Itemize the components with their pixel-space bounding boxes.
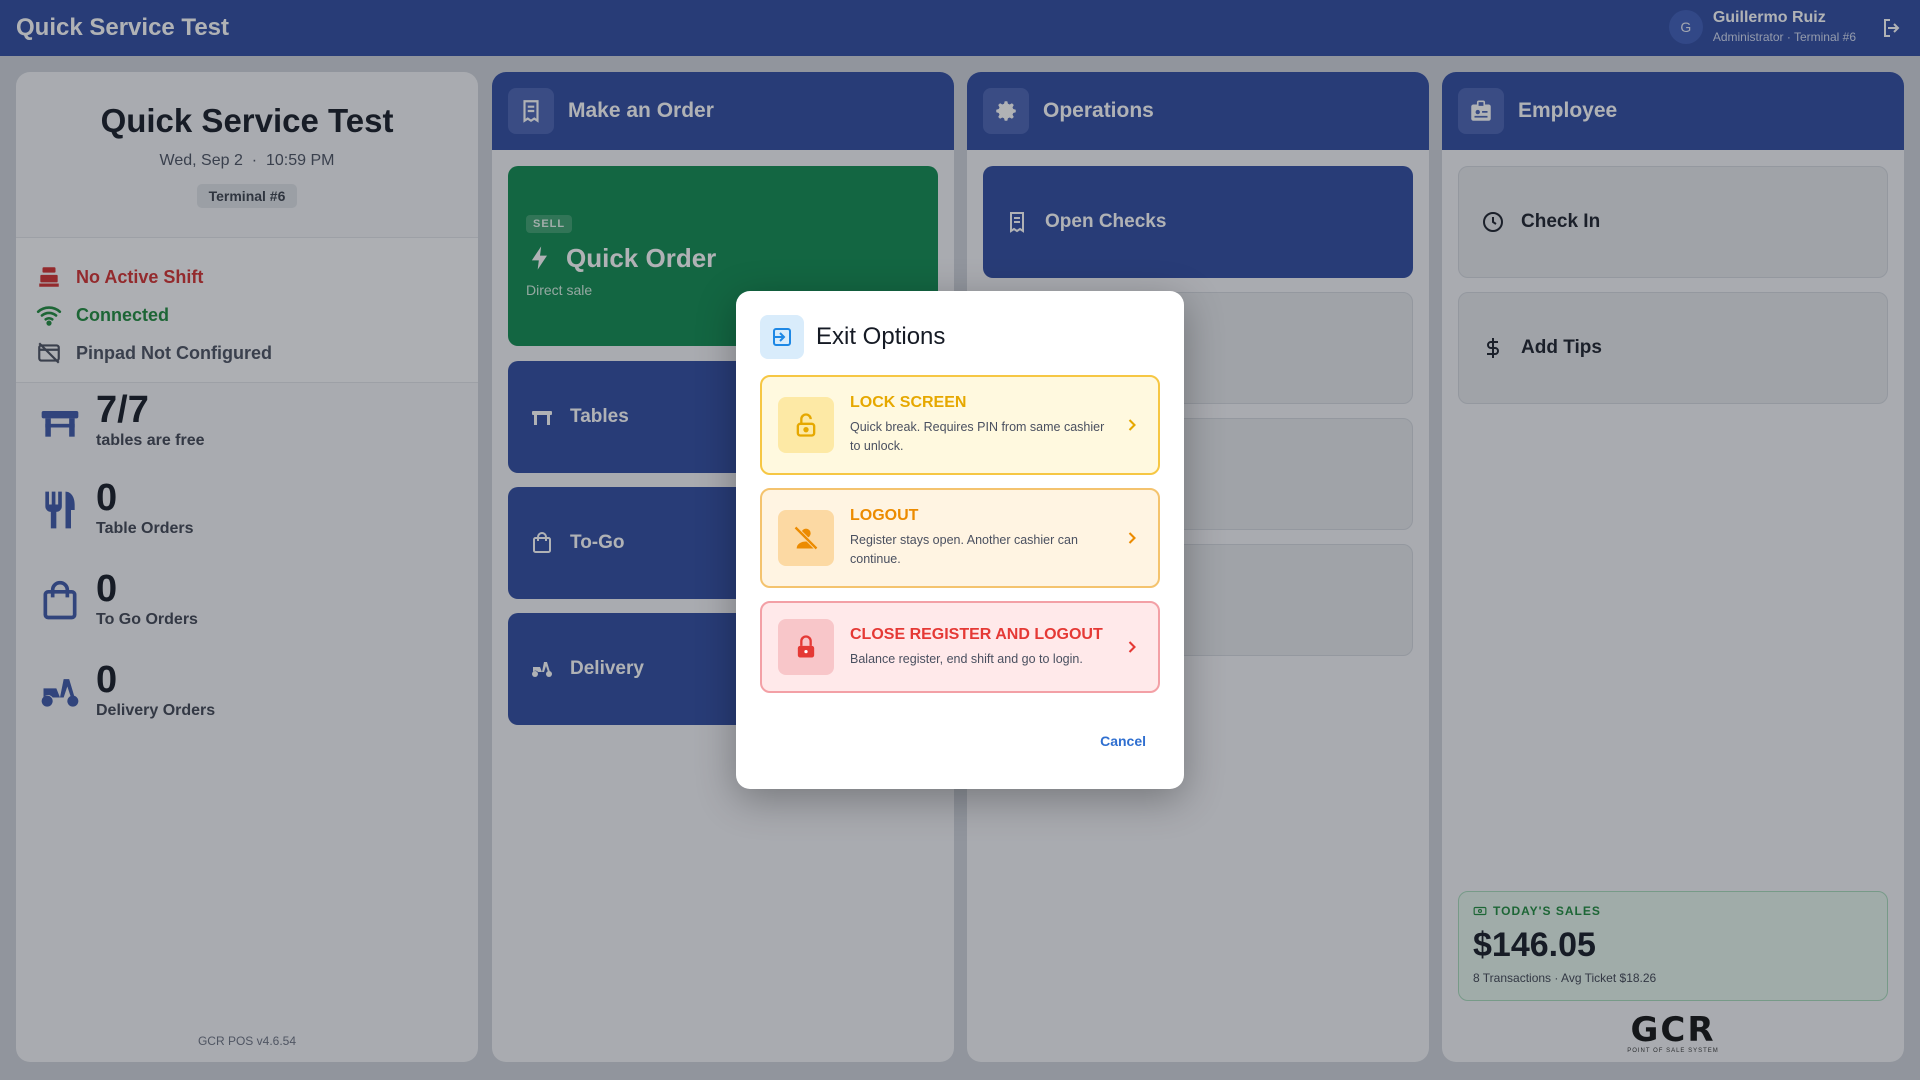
chevron-right-icon bbox=[1128, 419, 1136, 431]
option-description: Register stays open. Another cashier can… bbox=[850, 533, 1078, 566]
cancel-button[interactable]: Cancel bbox=[1100, 733, 1146, 749]
lock-icon bbox=[778, 619, 834, 675]
exit-icon bbox=[760, 315, 804, 359]
exit-options-dialog: Exit Options LOCK SCREEN Quick break. Re… bbox=[736, 291, 1184, 789]
lock-screen-option[interactable]: LOCK SCREEN Quick break. Requires PIN fr… bbox=[760, 375, 1160, 475]
chevron-right-icon bbox=[1128, 641, 1136, 653]
option-description: Balance register, end shift and go to lo… bbox=[850, 651, 1083, 666]
option-description: Quick break. Requires PIN from same cash… bbox=[850, 420, 1105, 453]
chevron-right-icon bbox=[1128, 532, 1136, 544]
option-title: LOGOUT bbox=[850, 507, 919, 524]
logout-option[interactable]: LOGOUT Register stays open. Another cash… bbox=[760, 488, 1160, 588]
option-title: CLOSE REGISTER AND LOGOUT bbox=[850, 625, 1103, 643]
lock-open-icon bbox=[778, 397, 834, 453]
option-title: LOCK SCREEN bbox=[850, 394, 967, 411]
person-off-icon bbox=[778, 510, 834, 566]
close-register-option[interactable]: CLOSE REGISTER AND LOGOUT Balance regist… bbox=[760, 601, 1160, 693]
dialog-title: Exit Options bbox=[816, 323, 946, 350]
